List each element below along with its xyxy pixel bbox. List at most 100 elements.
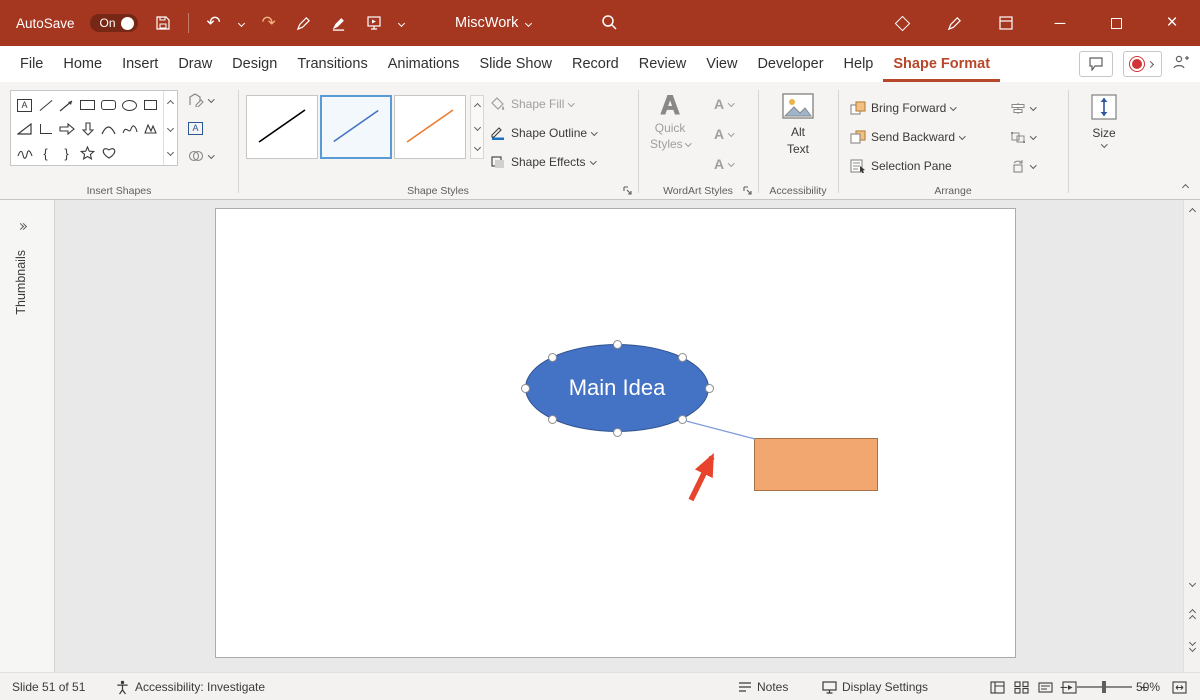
- bring-forward-button[interactable]: Bring Forward: [850, 96, 965, 120]
- shape-scribble-icon[interactable]: [14, 141, 35, 165]
- highlighter-icon[interactable]: [329, 13, 349, 33]
- shape-line-arrow-icon[interactable]: [56, 93, 77, 117]
- designer-icon[interactable]: [876, 0, 928, 46]
- tab-transitions[interactable]: Transitions: [287, 46, 377, 82]
- expand-thumbnails-icon[interactable]: [18, 224, 26, 229]
- selection-handle[interactable]: [613, 340, 622, 349]
- accessibility-status[interactable]: Accessibility: Investigate: [115, 673, 265, 700]
- save-icon[interactable]: [153, 13, 173, 33]
- zoom-slider[interactable]: [1076, 686, 1132, 688]
- minimize-button[interactable]: ─: [1032, 0, 1088, 46]
- shape-oval-icon[interactable]: [119, 93, 140, 117]
- shape-arc-icon[interactable]: [98, 117, 119, 141]
- undo-dropdown-icon[interactable]: [238, 19, 245, 26]
- shape-freeform-icon[interactable]: [140, 117, 161, 141]
- merge-shapes-button[interactable]: [188, 144, 214, 168]
- zoom-out-button[interactable]: −: [1058, 679, 1070, 695]
- tab-design[interactable]: Design: [222, 46, 287, 82]
- edit-shape-button[interactable]: [188, 88, 214, 112]
- tab-animations[interactable]: Animations: [378, 46, 470, 82]
- shape-frame-icon[interactable]: [140, 93, 161, 117]
- text-box-button[interactable]: [188, 116, 214, 140]
- shape-rounded-rectangle-icon[interactable]: [98, 93, 119, 117]
- tab-developer[interactable]: Developer: [747, 46, 833, 82]
- styles-scroll-up-icon[interactable]: [471, 96, 483, 117]
- ribbon-display-icon[interactable]: [980, 0, 1032, 46]
- shape-arrow-down-icon[interactable]: [77, 117, 98, 141]
- orange-rectangle[interactable]: [754, 438, 878, 491]
- tab-slide-show[interactable]: Slide Show: [469, 46, 562, 82]
- shape-star-icon[interactable]: [77, 141, 98, 165]
- shape-left-brace-icon[interactable]: [35, 141, 56, 165]
- shape-line-icon[interactable]: [35, 93, 56, 117]
- shape-rectangle-icon[interactable]: [77, 93, 98, 117]
- zoom-slider-thumb[interactable]: [1102, 681, 1106, 693]
- quick-styles-button[interactable]: A Quick Styles: [650, 92, 690, 151]
- customize-toolbar-icon[interactable]: [398, 19, 405, 26]
- shape-fill-button[interactable]: Shape Fill: [490, 92, 597, 116]
- selection-handle[interactable]: [613, 428, 622, 437]
- shape-right-brace-icon[interactable]: [56, 141, 77, 165]
- gallery-scroll-up-icon[interactable]: [164, 91, 177, 116]
- scroll-up-icon[interactable]: [1184, 202, 1200, 220]
- tab-insert[interactable]: Insert: [112, 46, 168, 82]
- tab-shape-format[interactable]: Shape Format: [883, 46, 1000, 82]
- selection-handle[interactable]: [678, 415, 687, 424]
- editing-pen-icon[interactable]: [928, 0, 980, 46]
- shape-style-preview-orange[interactable]: [394, 95, 466, 159]
- shape-arrow-right-icon[interactable]: [56, 117, 77, 141]
- text-outline-button[interactable]: [714, 122, 734, 146]
- shape-curve-icon[interactable]: [119, 117, 140, 141]
- group-objects-button[interactable]: [1010, 125, 1036, 149]
- share-icon[interactable]: [1172, 54, 1190, 75]
- shape-text-box-icon[interactable]: [14, 93, 35, 117]
- shape-outline-button[interactable]: Shape Outline: [490, 121, 597, 145]
- document-title-group[interactable]: MiscWork: [455, 0, 531, 46]
- rotate-button[interactable]: [1010, 154, 1036, 178]
- alt-text-button[interactable]: Alt Text: [758, 92, 838, 156]
- shape-heart-icon[interactable]: [98, 141, 119, 165]
- display-settings-button[interactable]: Display Settings: [822, 673, 928, 700]
- scroll-down-icon[interactable]: [1184, 574, 1200, 592]
- tab-view[interactable]: View: [696, 46, 747, 82]
- selection-handle[interactable]: [705, 384, 714, 393]
- tab-file[interactable]: File: [10, 46, 53, 82]
- shape-style-preview-black[interactable]: [246, 95, 318, 159]
- tab-review[interactable]: Review: [629, 46, 697, 82]
- ink-pen-icon[interactable]: [294, 13, 314, 33]
- fit-slide-to-window-icon[interactable]: [1172, 673, 1187, 700]
- next-slide-icon[interactable]: [1184, 636, 1200, 654]
- shape-style-preview-blue-selected[interactable]: [320, 95, 392, 159]
- start-presentation-icon[interactable]: [364, 13, 384, 33]
- notes-button[interactable]: Notes: [738, 673, 788, 700]
- shape-right-triangle-icon[interactable]: [14, 117, 35, 141]
- maximize-button[interactable]: [1088, 0, 1144, 46]
- shape-effects-button[interactable]: Shape Effects: [490, 150, 597, 174]
- undo-icon[interactable]: ↶: [204, 13, 224, 33]
- selection-pane-button[interactable]: Selection Pane: [850, 154, 965, 178]
- previous-slide-icon[interactable]: [1184, 606, 1200, 624]
- size-button[interactable]: Size: [1068, 92, 1140, 147]
- styles-more-icon[interactable]: [471, 137, 483, 158]
- send-backward-button[interactable]: Send Backward: [850, 125, 965, 149]
- collapse-ribbon-icon[interactable]: [1183, 179, 1188, 193]
- tab-draw[interactable]: Draw: [168, 46, 222, 82]
- redo-icon[interactable]: ↷: [259, 13, 279, 33]
- gallery-more-icon[interactable]: [164, 140, 177, 165]
- styles-scroll-down-icon[interactable]: [471, 117, 483, 138]
- record-button[interactable]: [1123, 51, 1162, 77]
- selection-handle[interactable]: [521, 384, 530, 393]
- tab-home[interactable]: Home: [53, 46, 112, 82]
- normal-view-icon[interactable]: [990, 681, 1005, 694]
- zoom-level[interactable]: 50%: [1136, 673, 1160, 700]
- reading-view-icon[interactable]: [1038, 681, 1053, 694]
- shape-elbow-connector-icon[interactable]: [35, 117, 56, 141]
- align-button[interactable]: [1010, 96, 1036, 120]
- search-icon[interactable]: [600, 13, 618, 36]
- slide-indicator[interactable]: Slide 51 of 51: [12, 673, 85, 700]
- slide-sorter-view-icon[interactable]: [1014, 681, 1029, 694]
- text-effects-button[interactable]: [714, 152, 734, 176]
- tab-record[interactable]: Record: [562, 46, 629, 82]
- gallery-scroll-down-icon[interactable]: [164, 116, 177, 141]
- slide-canvas[interactable]: Main Idea: [215, 208, 1016, 658]
